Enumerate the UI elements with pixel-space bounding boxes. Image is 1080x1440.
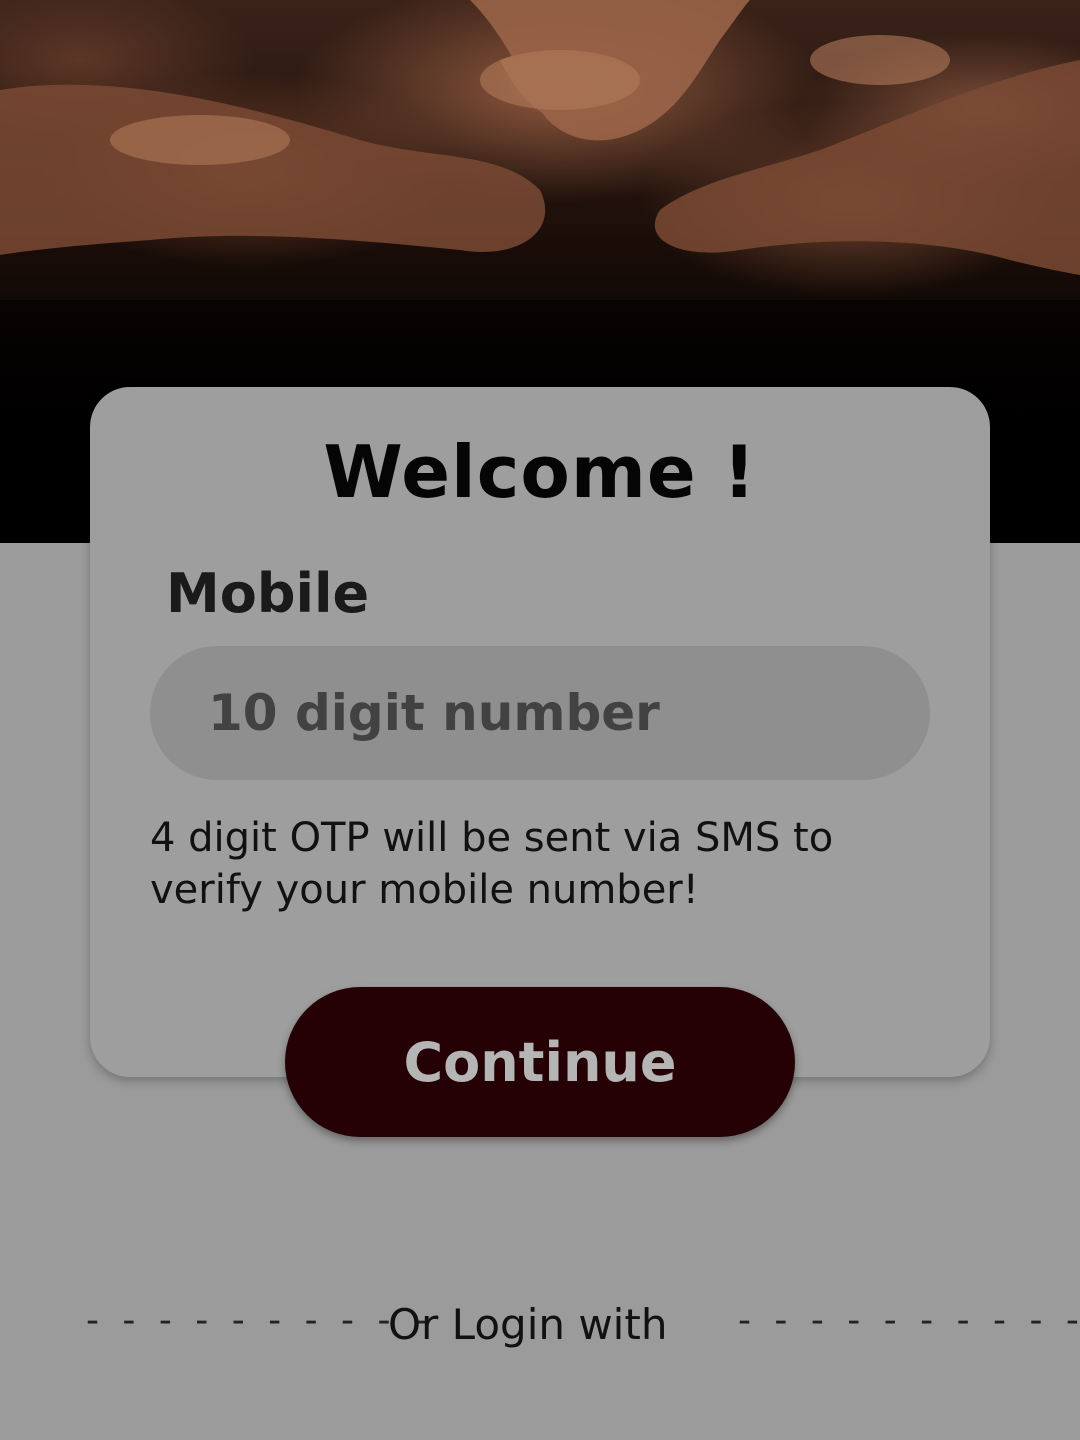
mobile-number-input[interactable] (150, 646, 930, 780)
login-screen: Welcome ! Mobile 4 digit OTP will be sen… (0, 0, 1080, 1440)
divider-left: - - - - - - - - - - (86, 1300, 433, 1341)
mobile-label: Mobile (166, 562, 370, 625)
or-login-with-text: Or Login with (388, 1300, 668, 1349)
divider-right: - - - - - - - - - - - - (738, 1300, 1080, 1341)
continue-button[interactable]: Continue (285, 987, 795, 1137)
continue-button-label: Continue (403, 1030, 677, 1094)
otp-hint-text: 4 digit OTP will be sent via SMS to veri… (150, 815, 834, 913)
welcome-title: Welcome ! (323, 430, 757, 514)
